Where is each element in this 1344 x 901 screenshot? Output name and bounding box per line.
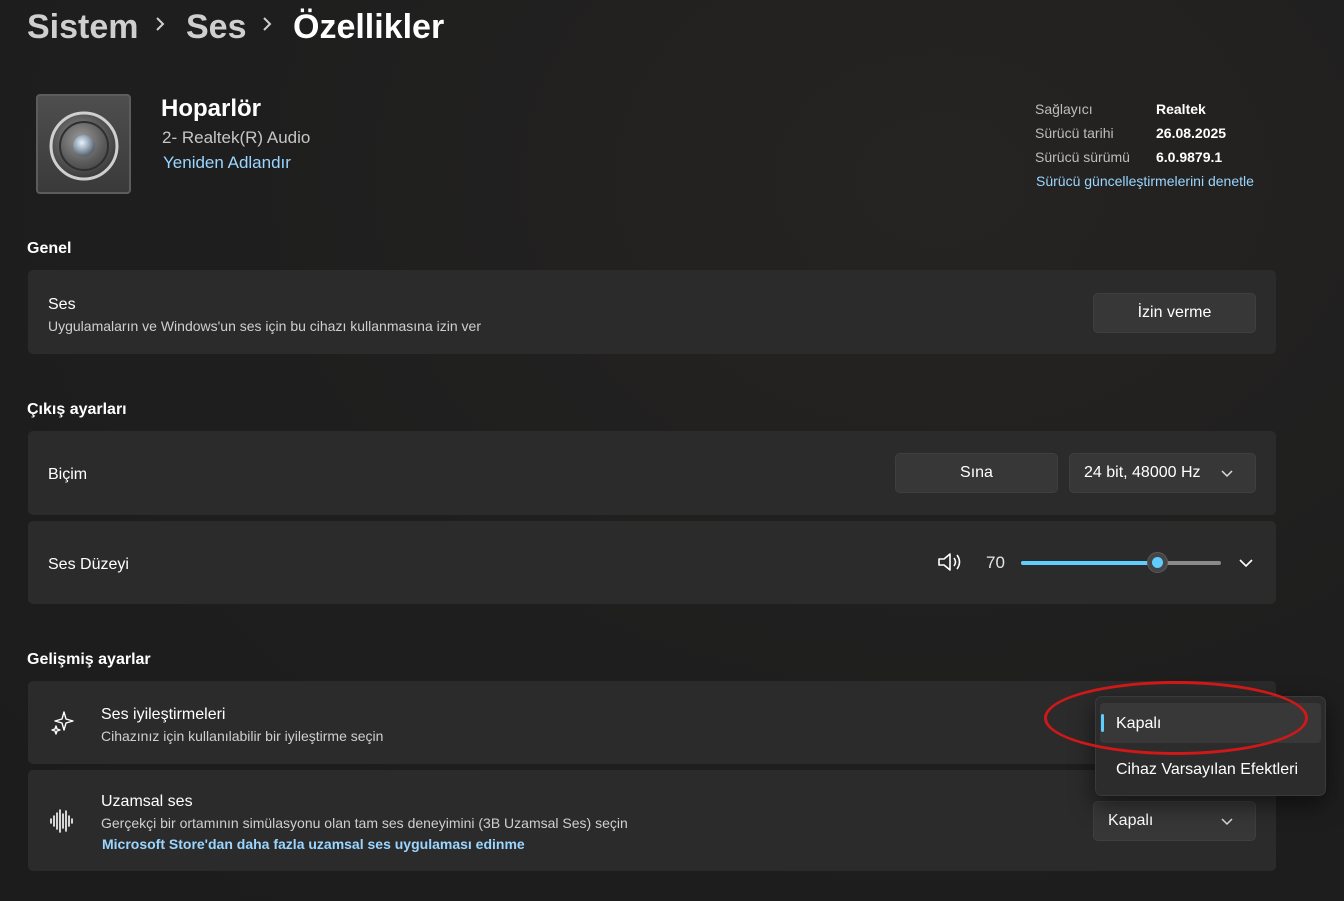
chevron-right-icon xyxy=(153,14,169,36)
volume-icon[interactable] xyxy=(936,551,966,578)
volume-slider-fill xyxy=(1021,561,1157,565)
spatial-title: Uzamsal ses xyxy=(101,793,193,810)
device-name: Hoparlör xyxy=(161,95,262,122)
breadcrumb-ses[interactable]: Ses xyxy=(186,6,247,48)
test-button[interactable]: Sına xyxy=(895,453,1058,493)
format-dropdown[interactable]: 24 bit, 48000 Hz xyxy=(1069,453,1256,493)
driver-version-label: Sürücü sürümü xyxy=(1035,149,1130,165)
waveform-icon xyxy=(49,808,75,839)
volume-title: Ses Düzeyi xyxy=(48,556,129,573)
selection-indicator xyxy=(1101,714,1104,732)
device-subtitle: 2- Realtek(R) Audio xyxy=(162,128,311,147)
driver-version-value: 6.0.9879.1 xyxy=(1156,149,1223,165)
deny-button[interactable]: İzin verme xyxy=(1093,293,1256,333)
audio-enhancements-card: Ses iyileştirmeleri Cihazınız için kulla… xyxy=(28,681,1276,764)
sparkle-icon xyxy=(50,710,76,741)
chevron-down-icon xyxy=(1221,470,1233,478)
store-link[interactable]: Microsoft Store'dan daha fazla uzamsal s… xyxy=(102,836,525,852)
section-title-general: Genel xyxy=(27,240,72,257)
volume-slider-thumb[interactable] xyxy=(1146,552,1168,573)
audio-card-title: Ses xyxy=(48,296,76,313)
audio-permission-card: Ses Uygulamaların ve Windows'un ses için… xyxy=(28,270,1276,354)
menu-item-device-default-effects[interactable]: Cihaz Varsayılan Efektleri xyxy=(1116,761,1298,779)
section-title-output: Çıkış ayarları xyxy=(27,401,127,418)
section-title-advanced: Gelişmiş ayarlar xyxy=(27,651,151,668)
chevron-down-icon[interactable] xyxy=(1238,556,1254,574)
speaker-icon xyxy=(36,94,131,194)
check-driver-updates-link[interactable]: Sürücü güncelleştirmelerini denetle xyxy=(1036,173,1254,189)
driver-date-label: Sürücü tarihi xyxy=(1035,125,1114,141)
format-card: Biçim Sına 24 bit, 48000 Hz xyxy=(28,431,1276,515)
spatial-audio-card: Uzamsal ses Gerçekçi bir ortamının simül… xyxy=(28,770,1276,871)
driver-date-value: 26.08.2025 xyxy=(1156,125,1227,141)
enhancement-menu: Kapalı Cihaz Varsayılan Efektleri xyxy=(1095,696,1326,796)
page-title: Özellikler xyxy=(293,8,445,46)
rename-link[interactable]: Yeniden Adlandır xyxy=(163,153,291,173)
spatial-dropdown-value: Kapalı xyxy=(1108,812,1154,829)
breadcrumb-sistem[interactable]: Sistem xyxy=(27,6,139,48)
spatial-description: Gerçekçi bir ortamının simülasyonu olan … xyxy=(101,815,628,831)
menu-item-off[interactable]: Kapalı xyxy=(1116,715,1161,733)
provider-label: Sağlayıcı xyxy=(1035,101,1093,117)
provider-value: Realtek xyxy=(1156,101,1206,117)
format-dropdown-value: 24 bit, 48000 Hz xyxy=(1084,464,1201,481)
spatial-dropdown[interactable]: Kapalı xyxy=(1093,801,1256,841)
enhancements-description: Cihazınız için kullanılabilir bir iyileş… xyxy=(101,728,384,744)
format-title: Biçim xyxy=(48,466,88,483)
chevron-right-icon xyxy=(260,14,276,36)
volume-value: 70 xyxy=(986,553,1005,572)
audio-card-description: Uygulamaların ve Windows'un ses için bu … xyxy=(48,318,481,334)
chevron-down-icon xyxy=(1221,818,1233,826)
enhancements-title: Ses iyileştirmeleri xyxy=(101,706,226,723)
